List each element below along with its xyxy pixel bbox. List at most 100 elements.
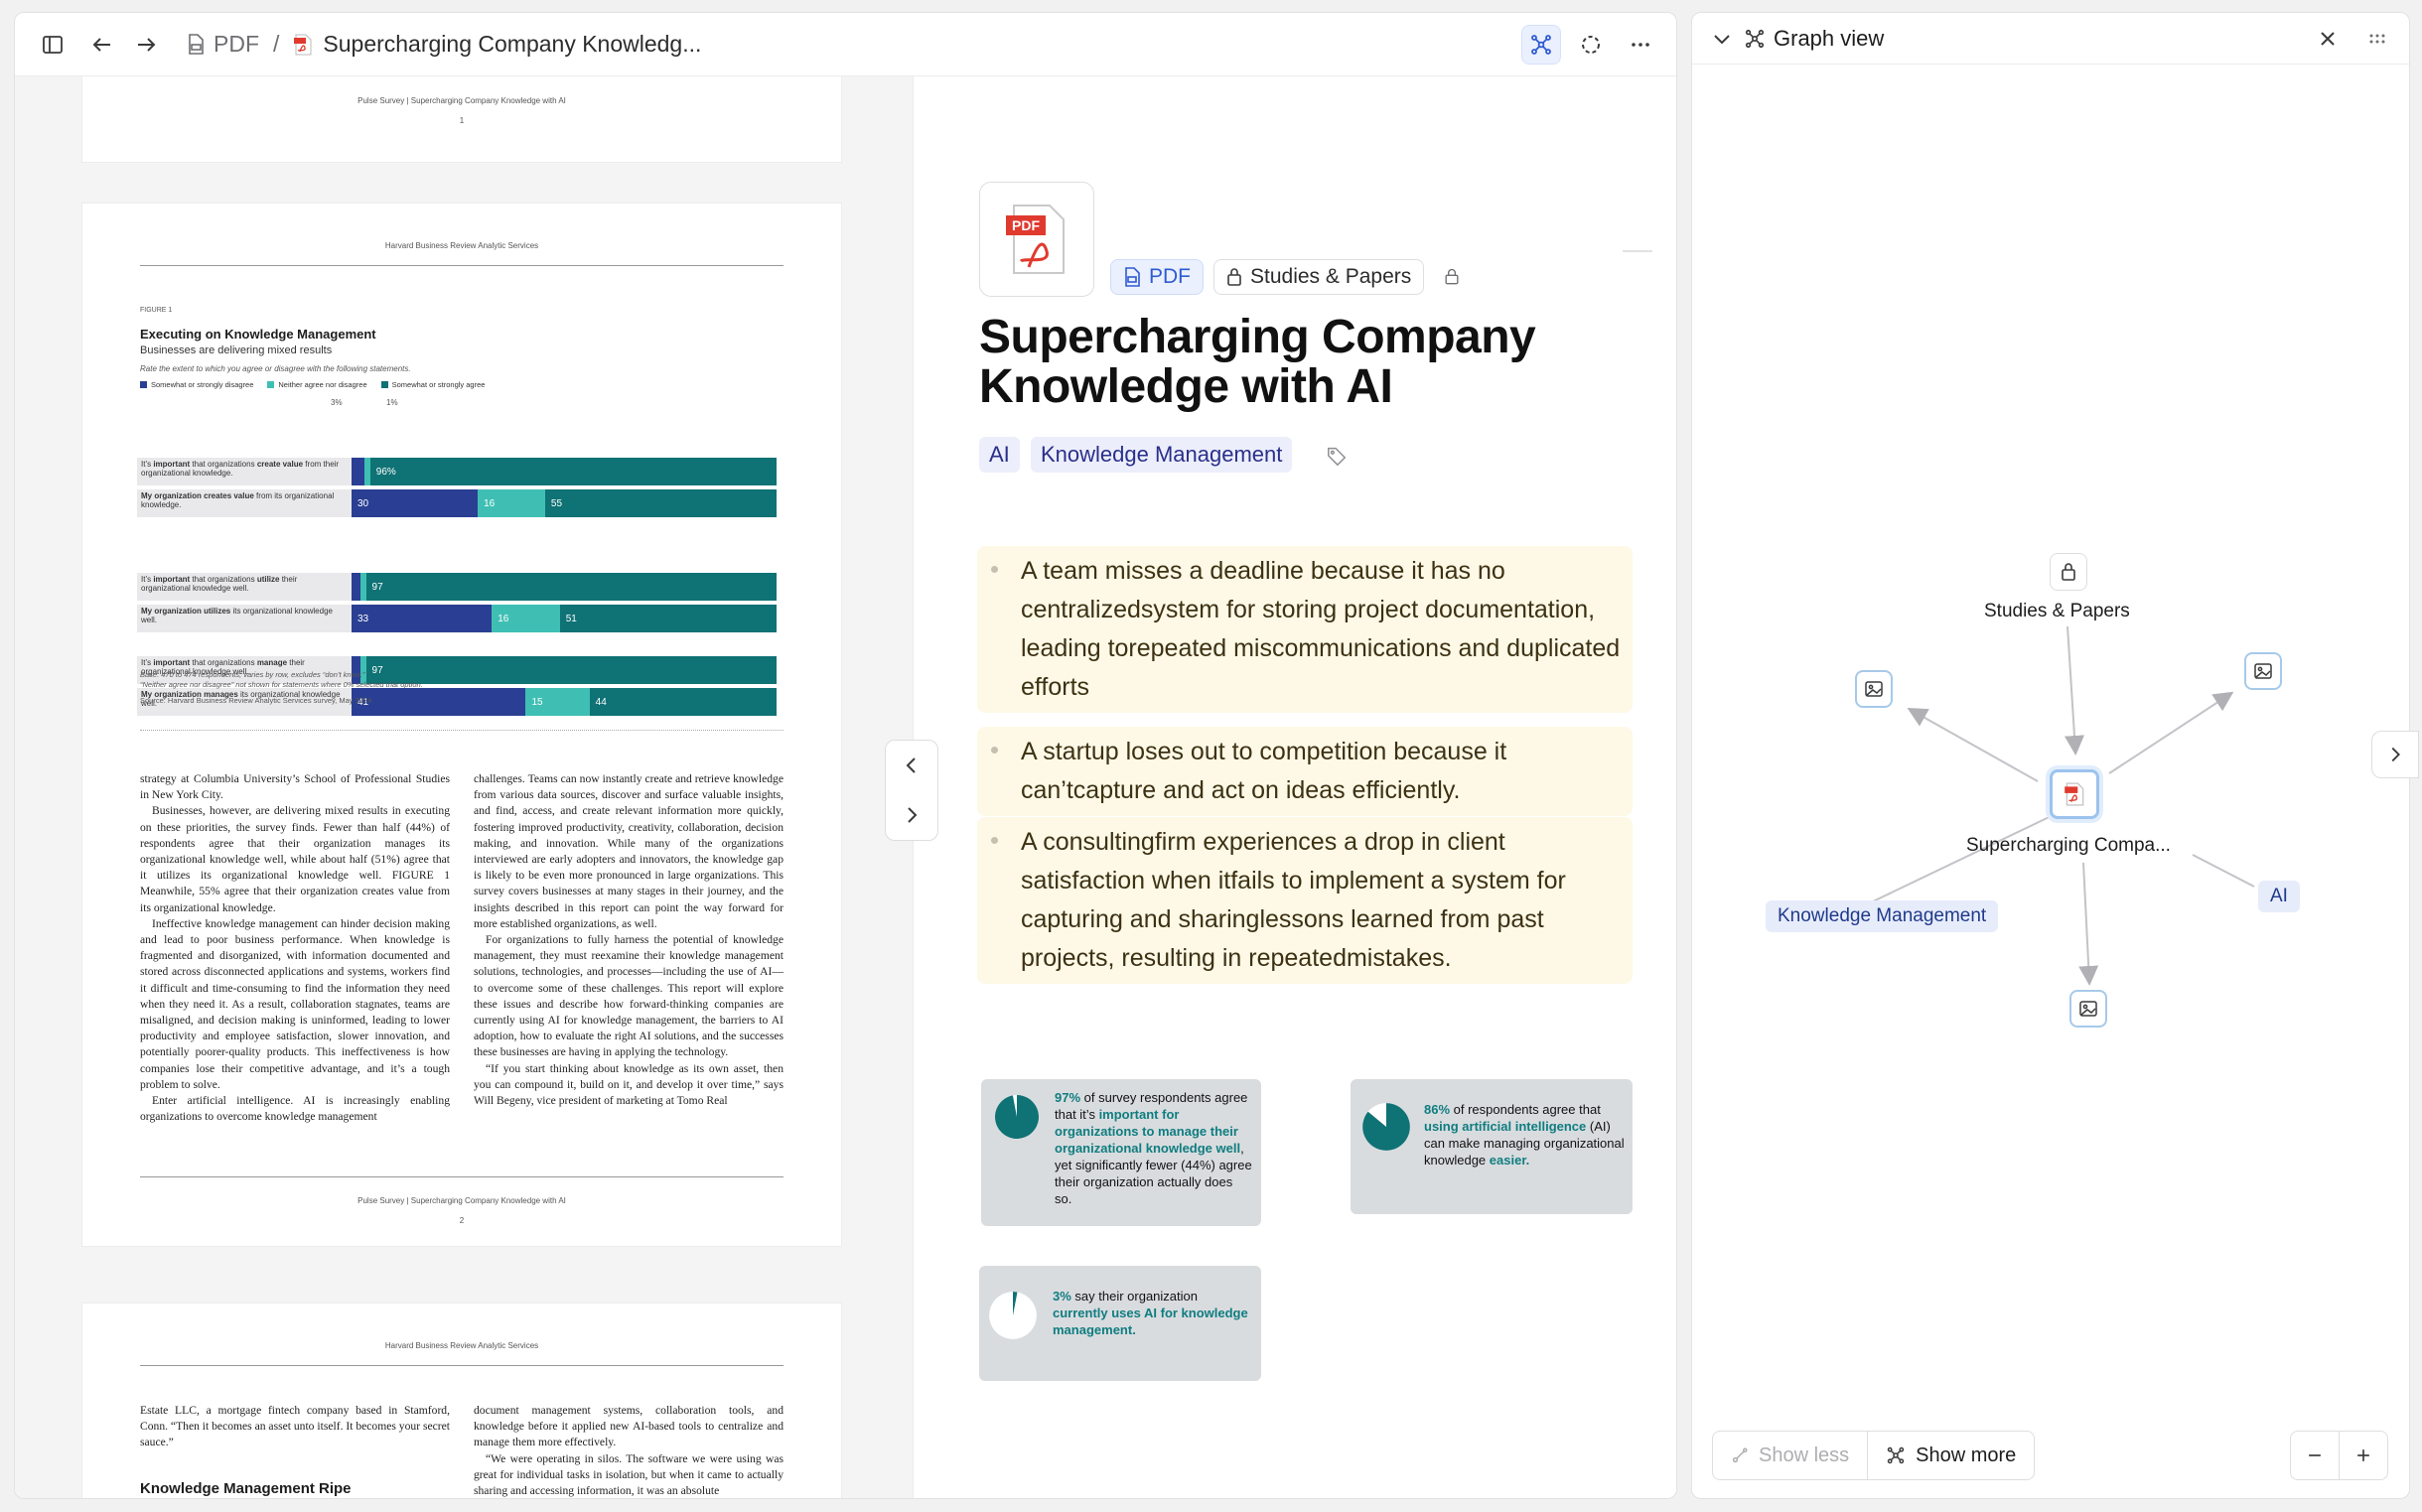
figure-bar-segment: 16: [492, 605, 560, 632]
tag-node-knowledge-management[interactable]: Knowledge Management: [1766, 900, 1999, 932]
forward-arrow-icon[interactable]: [126, 25, 166, 65]
figure-bar-row: It’s important that organizations utiliz…: [137, 573, 777, 601]
highlight-item[interactable]: A team misses a deadline because it has …: [977, 546, 1633, 713]
page-number: 2: [459, 1216, 465, 1225]
toolbar-actions: [1521, 24, 1660, 65]
figure-bar-row: My organization utilizes its organizatio…: [137, 605, 777, 632]
body-column-left: strategy at Columbia University’s School…: [140, 772, 450, 1124]
document-title[interactable]: Supercharging Company Knowledge with AI: [979, 313, 1595, 412]
show-less-button[interactable]: Show less: [1713, 1432, 1869, 1479]
base-note-2: “Neither agree nor disagree” not shown f…: [140, 680, 423, 689]
show-more-button[interactable]: Show more: [1868, 1432, 2034, 1479]
add-tag-icon[interactable]: [1317, 436, 1356, 476]
figure-bar-segment: 15: [525, 688, 590, 716]
document-panel: PDF / Supercharging Company Knowledg... …: [14, 12, 1677, 1499]
stat-card: 3% say their organization currently uses…: [979, 1266, 1261, 1381]
pdf-page-1: Pulse Survey | Supercharging Company Kno…: [82, 76, 841, 162]
chevron-left-icon[interactable]: [892, 746, 931, 785]
figure-bar-segment: [352, 573, 360, 601]
figure-bar-segment: 44: [589, 688, 777, 716]
back-arrow-icon[interactable]: [82, 25, 122, 65]
document-details: PDF PDF Studies & Papers Supercharging C…: [913, 76, 1676, 1498]
document-node[interactable]: [2050, 769, 2099, 819]
figure-question: Rate the extent to which you agree or di…: [140, 364, 411, 373]
figure-bar-segment: 97: [365, 656, 777, 684]
collection-node[interactable]: [2050, 553, 2087, 591]
document-toolbar: PDF / Supercharging Company Knowledg...: [15, 13, 1676, 76]
highlight-item[interactable]: A startup loses out to competition becau…: [977, 727, 1633, 816]
figure-rule: [140, 730, 784, 731]
graph-view-icon[interactable]: [1521, 24, 1561, 65]
page-header: Harvard Business Review Analytic Service…: [384, 241, 539, 250]
image-node-icon[interactable]: [2069, 990, 2107, 1028]
stat-pie-chart: [1362, 1103, 1410, 1151]
breadcrumb-current[interactable]: Supercharging Company Knowledg...: [323, 31, 701, 58]
header-rule: [140, 265, 784, 266]
chevron-right-icon[interactable]: [892, 795, 931, 835]
stat-text: 86% of respondents agree that using arti…: [1424, 1102, 1625, 1168]
more-options-icon[interactable]: [1621, 25, 1660, 65]
collection-node-label: Studies & Papers: [1984, 601, 2130, 621]
expand-panel-chevron-icon[interactable]: [2371, 731, 2419, 778]
tag-node-ai[interactable]: AI: [2258, 881, 2300, 912]
pdf-file-icon: [293, 34, 313, 56]
type-chip[interactable]: PDF: [1110, 259, 1204, 295]
figure-legend: Somewhat or strongly disagree Neither ag…: [140, 380, 485, 389]
breadcrumb-separator: /: [273, 31, 280, 57]
figure-bar-segment: 97: [365, 573, 777, 601]
page-header: Harvard Business Review Analytic Service…: [384, 1341, 539, 1350]
figure-bar-segment: 33: [352, 605, 493, 632]
zoom-out-button[interactable]: [2291, 1432, 2340, 1479]
figure-bar-label: It’s important that organizations utiliz…: [137, 573, 352, 601]
figure-bar-label: My organization utilizes its organizatio…: [137, 605, 352, 632]
zoom-in-button[interactable]: [2340, 1432, 2387, 1479]
page-footer: Pulse Survey | Supercharging Company Kno…: [357, 1196, 566, 1205]
pie-slice: [995, 1095, 1040, 1139]
body-column-left: Estate LLC, a mortgage fintech company b…: [140, 1404, 450, 1449]
stat-pie-chart: [989, 1292, 1037, 1339]
group-note: 1%: [386, 398, 398, 407]
figure-bar-label: My organization creates value from its o…: [137, 489, 352, 517]
figure-label: FIGURE 1: [140, 307, 173, 314]
figure-bar-segment: [352, 458, 364, 485]
figure-bar-row: It’s important that organizations create…: [137, 458, 777, 485]
pdf-page-2: Harvard Business Review Analytic Service…: [82, 204, 841, 1246]
figure-bar-segment: 55: [544, 489, 777, 517]
figure-bar-segment: 51: [559, 605, 777, 632]
loading-circle-icon[interactable]: [1571, 25, 1611, 65]
scroll-indicator: [1623, 250, 1652, 252]
base-note: Base: 470 to 474 respondents; varies by …: [140, 670, 365, 679]
collection-chip-label: Studies & Papers: [1250, 265, 1412, 288]
graph-edges: [1870, 625, 2255, 986]
image-node-icon[interactable]: [2244, 652, 2282, 690]
figure-bar-row: My organization creates value from its o…: [137, 489, 777, 517]
figure-subtitle: Businesses are delivering mixed results: [140, 344, 333, 356]
stat-card: 86% of respondents agree that using arti…: [1351, 1079, 1633, 1214]
pdf-type-icon: [186, 33, 206, 56]
image-node-icon[interactable]: [1855, 670, 1893, 708]
header-rule: [140, 1365, 784, 1366]
tag-ai[interactable]: AI: [979, 437, 1020, 473]
page-navigator: [885, 740, 938, 841]
collection-chip[interactable]: Studies & Papers: [1213, 259, 1425, 295]
section-heading: Knowledge Management Ripe: [140, 1480, 352, 1497]
show-less-label: Show less: [1759, 1443, 1850, 1466]
graph-panel: Graph view Studies & Papers Superchargin…: [1691, 12, 2410, 1499]
tag-knowledge-management[interactable]: Knowledge Management: [1031, 437, 1293, 473]
pdf-viewer[interactable]: Pulse Survey | Supercharging Company Kno…: [15, 76, 913, 1498]
type-chip-label: PDF: [1149, 265, 1191, 288]
stat-text: 3% say their organization currently uses…: [1053, 1289, 1248, 1337]
figure-title: Executing on Knowledge Management: [140, 327, 376, 342]
figure-bar-segment: 30: [352, 489, 479, 517]
source-note: Source: Harvard Business Review Analytic…: [140, 696, 372, 705]
figure-bar-segment: 41: [352, 688, 526, 716]
breadcrumb-root[interactable]: PDF: [214, 31, 259, 58]
pdf-file-thumbnail: PDF: [979, 182, 1094, 297]
highlight-item[interactable]: A consultingfirm experiences a drop in c…: [977, 817, 1633, 984]
sidebar-toggle-icon[interactable]: [33, 25, 72, 65]
stat-pie-chart: [995, 1095, 1040, 1139]
show-more-label: Show more: [1916, 1443, 2017, 1466]
zoom-controls: [2290, 1431, 2388, 1480]
lock-icon[interactable]: [1432, 257, 1472, 297]
svg-text:PDF: PDF: [1012, 217, 1040, 233]
